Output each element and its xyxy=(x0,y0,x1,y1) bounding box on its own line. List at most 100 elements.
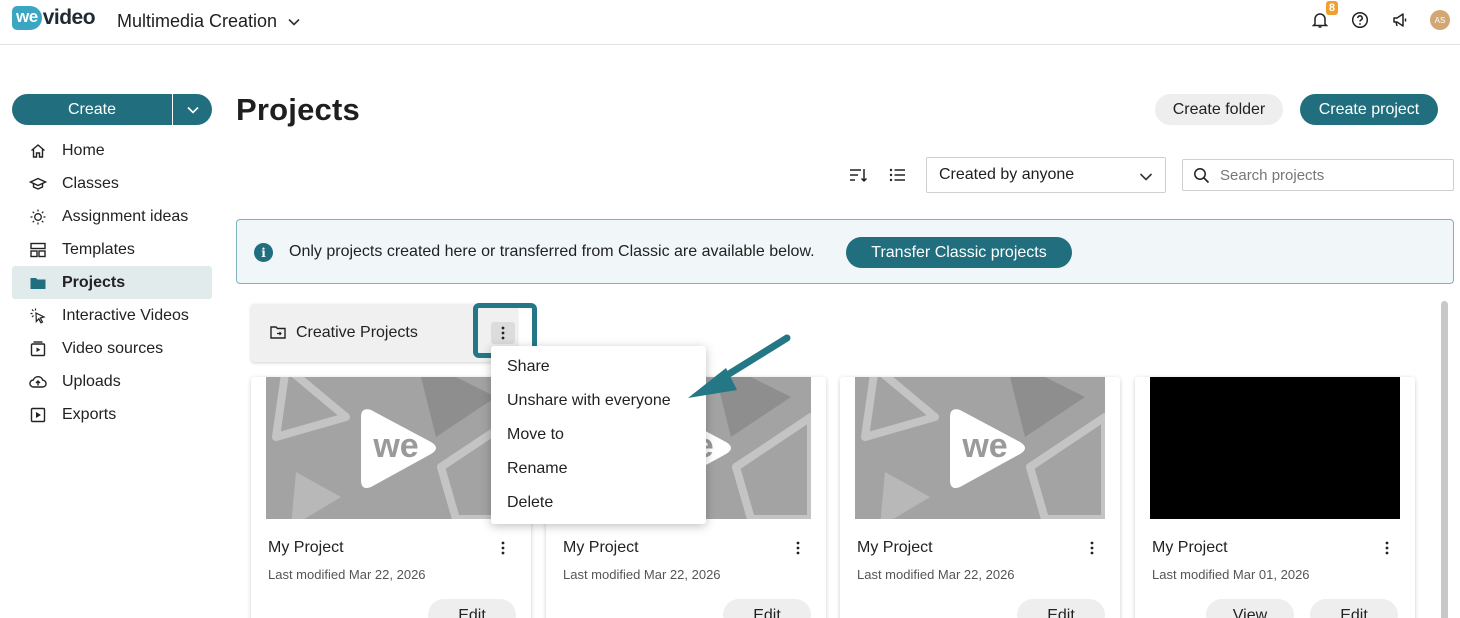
search-box xyxy=(1182,159,1454,191)
project-title: My Project xyxy=(1152,539,1228,556)
edit-button[interactable]: Edit xyxy=(428,599,516,618)
project-title: My Project xyxy=(268,539,344,556)
menu-item-delete[interactable]: Delete xyxy=(491,486,706,520)
project-title: My Project xyxy=(857,539,933,556)
folder-outline-icon xyxy=(270,326,286,339)
sort-button[interactable] xyxy=(848,166,868,184)
megaphone-icon xyxy=(1393,13,1407,27)
sidebar-item-video-sources[interactable]: Video sources xyxy=(12,332,212,365)
workspace-selector[interactable]: Multimedia Creation xyxy=(117,11,301,32)
info-banner: i Only projects created here or transfer… xyxy=(236,219,1454,284)
kebab-menu-icon xyxy=(501,541,505,555)
logo-video: video xyxy=(42,6,96,29)
cloud-upload-icon xyxy=(29,373,47,391)
create-button[interactable]: Create xyxy=(12,94,172,125)
list-view-icon xyxy=(889,168,905,182)
project-card[interactable]: we My Project Last modified Mar 22, 2026… xyxy=(251,377,531,618)
project-thumbnail xyxy=(1150,377,1400,519)
kebab-menu-icon xyxy=(796,541,800,555)
project-modified-date: Last modified Mar 22, 2026 xyxy=(268,567,426,582)
menu-item-unshare[interactable]: Unshare with everyone xyxy=(491,384,706,418)
notifications-button[interactable]: 8 xyxy=(1310,1,1338,30)
filter-value: Created by anyone xyxy=(939,166,1075,183)
sidebar-item-templates[interactable]: Templates xyxy=(12,233,212,266)
create-split-button: Create xyxy=(12,94,212,125)
sidebar-item-label: Uploads xyxy=(62,372,121,390)
templates-icon xyxy=(29,241,47,259)
menu-item-rename[interactable]: Rename xyxy=(491,452,706,486)
search-icon xyxy=(1194,167,1210,183)
svg-text:we: we xyxy=(372,427,418,465)
project-modified-date: Last modified Mar 22, 2026 xyxy=(857,567,1015,582)
video-sources-icon xyxy=(29,340,47,358)
project-thumbnail: we xyxy=(266,377,516,519)
project-menu-button[interactable] xyxy=(1084,538,1100,558)
home-icon xyxy=(29,142,47,160)
notification-badge: 8 xyxy=(1325,1,1338,15)
chevron-down-icon xyxy=(288,18,300,26)
top-bar: we video Multimedia Creation 8 AS xyxy=(0,0,1460,45)
sidebar-item-interactive-videos[interactable]: Interactive Videos xyxy=(12,299,212,332)
project-menu-button[interactable] xyxy=(790,538,806,558)
sidebar-item-label: Templates xyxy=(62,240,135,258)
edit-button[interactable]: Edit xyxy=(1310,599,1398,618)
creator-filter-select[interactable]: Created by anyone xyxy=(926,157,1166,193)
sidebar-item-label: Assignment ideas xyxy=(62,207,189,225)
classes-icon xyxy=(29,175,47,193)
info-icon: i xyxy=(254,243,273,262)
sidebar-item-uploads[interactable]: Uploads xyxy=(12,365,212,398)
svg-text:we: we xyxy=(961,427,1007,465)
pointer-click-icon xyxy=(29,307,47,325)
create-project-button[interactable]: Create project xyxy=(1300,94,1438,125)
announcements-button[interactable] xyxy=(1390,10,1410,30)
sidebar-item-label: Projects xyxy=(62,273,126,291)
avatar[interactable]: AS xyxy=(1430,10,1450,30)
annotation-arrow-icon xyxy=(688,334,791,398)
chevron-down-icon xyxy=(186,106,199,114)
scrollbar[interactable] xyxy=(1441,301,1448,618)
wevideo-logo[interactable]: we video xyxy=(12,6,96,30)
folder-icon xyxy=(29,274,47,292)
create-dropdown-button[interactable] xyxy=(173,94,212,125)
folder-context-menu: Share Unshare with everyone Move to Rena… xyxy=(491,346,706,524)
edit-button[interactable]: Edit xyxy=(723,599,811,618)
help-icon xyxy=(1351,11,1369,29)
sort-icon xyxy=(850,169,868,183)
project-menu-button[interactable] xyxy=(495,538,511,558)
create-folder-button[interactable]: Create folder xyxy=(1155,94,1283,125)
logo-we: we xyxy=(12,6,42,30)
menu-item-move-to[interactable]: Move to xyxy=(491,418,706,452)
help-button[interactable] xyxy=(1350,10,1370,30)
search-input[interactable] xyxy=(1220,166,1440,184)
sidebar-item-classes[interactable]: Classes xyxy=(12,167,212,200)
folder-name: Creative Projects xyxy=(296,324,418,341)
sidebar-item-home[interactable]: Home xyxy=(12,134,212,167)
chevron-down-icon xyxy=(1139,173,1153,181)
sidebar-item-assignment-ideas[interactable]: Assignment ideas xyxy=(12,200,212,233)
project-card[interactable]: My Project Last modified Mar 01, 2026 Vi… xyxy=(1135,377,1415,618)
menu-item-share[interactable]: Share xyxy=(491,350,706,384)
view-button[interactable]: View xyxy=(1206,599,1294,618)
banner-message: Only projects created here or transferre… xyxy=(289,243,815,260)
project-modified-date: Last modified Mar 01, 2026 xyxy=(1152,567,1310,582)
transfer-classic-button[interactable]: Transfer Classic projects xyxy=(846,237,1072,268)
page-title: Projects xyxy=(236,92,360,127)
kebab-menu-icon xyxy=(1090,541,1094,555)
project-modified-date: Last modified Mar 22, 2026 xyxy=(563,567,721,582)
project-card[interactable]: we My Project Last modified Mar 22, 2026… xyxy=(840,377,1120,618)
project-thumbnail: we xyxy=(855,377,1105,519)
sidebar-item-label: Exports xyxy=(62,405,117,423)
kebab-menu-icon xyxy=(1385,541,1389,555)
project-title: My Project xyxy=(563,539,639,556)
sidebar-item-exports[interactable]: Exports xyxy=(12,398,212,431)
wevideo-thumbnail-icon: we xyxy=(855,377,1105,519)
sidebar-item-label: Home xyxy=(62,141,105,159)
lightbulb-icon xyxy=(29,208,47,226)
export-icon xyxy=(29,406,47,424)
sidebar-item-label: Video sources xyxy=(62,339,164,357)
list-view-button[interactable] xyxy=(888,166,908,184)
project-menu-button[interactable] xyxy=(1379,538,1395,558)
sidebar-item-projects[interactable]: Projects xyxy=(12,266,212,299)
wevideo-thumbnail-icon: we xyxy=(266,377,516,519)
edit-button[interactable]: Edit xyxy=(1017,599,1105,618)
